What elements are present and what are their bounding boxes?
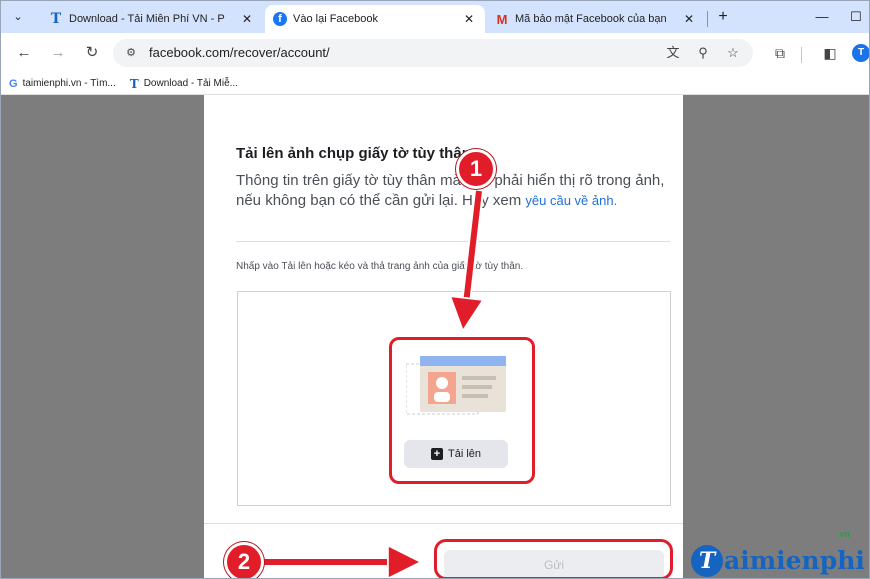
address-bar[interactable]: ⚙ facebook.com/recover/account/ 文 ⚲ ☆: [113, 39, 753, 67]
profile-avatar[interactable]: T: [852, 44, 869, 62]
step-1-badge: 1: [456, 149, 496, 189]
toolbar: ← → ↻ ⚙ facebook.com/recover/account/ 文 …: [1, 33, 869, 73]
taimienphi-logo-suffix: .vn: [837, 529, 851, 539]
tab-title: Mã bảo mật Facebook của bạn: [515, 13, 667, 25]
bookmark-taimienphi-search[interactable]: G taimienphi.vn - Tìm...: [9, 78, 116, 90]
tab-close-icon[interactable]: ✕: [681, 12, 697, 26]
id-card-illustration-icon: [406, 356, 506, 415]
footer-divider: [204, 523, 683, 524]
forward-arrow-icon[interactable]: →: [45, 41, 71, 65]
tab-title: Vào lại Facebook: [293, 13, 378, 25]
tab-facebook-recover[interactable]: f Vào lại Facebook ✕: [265, 5, 485, 33]
tab-strip: ⌄ T Download - Tải Miễn Phí VN - P ✕ f V…: [1, 1, 869, 33]
site-settings-icon[interactable]: ⚙: [121, 44, 141, 62]
facebook-icon: f: [273, 12, 287, 26]
tab-close-icon[interactable]: ✕: [461, 12, 477, 26]
reload-icon[interactable]: ↻: [79, 41, 105, 65]
side-panel-icon[interactable]: ◧: [819, 41, 841, 65]
tab-taimienphi-download[interactable]: T Download - Tải Miễn Phí VN - P ✕: [41, 5, 263, 33]
translate-icon[interactable]: 文: [663, 43, 683, 63]
divider: [236, 241, 670, 242]
bookmark-label: Download - Tải Miễ...: [143, 78, 238, 89]
tab-title: Download - Tải Miễn Phí VN - P: [69, 13, 225, 25]
tab-search-chevron-icon[interactable]: ⌄: [7, 7, 29, 27]
upload-hint: Nhấp vào Tải lên hoặc kéo và thả trang ả…: [236, 261, 524, 272]
minimize-icon[interactable]: —: [807, 7, 837, 29]
gmail-icon: M: [496, 11, 508, 27]
zoom-icon[interactable]: ⚲: [693, 43, 713, 63]
toolbar-divider: [801, 47, 802, 63]
taimienphi-logo-mark: T: [691, 544, 723, 577]
dialog-description: Thông tin trên giấy tờ tùy thân mà bạn p…: [236, 171, 676, 211]
maximize-icon[interactable]: ☐: [841, 7, 869, 29]
photo-requirements-link[interactable]: yêu cầu về ảnh.: [525, 193, 617, 208]
browser-window: ⌄ T Download - Tải Miễn Phí VN - P ✕ f V…: [0, 0, 870, 579]
submit-highlight-box: [434, 539, 673, 578]
taimienphi-t-icon: T: [129, 76, 139, 91]
tab-close-icon[interactable]: ✕: [239, 12, 255, 26]
upload-button-label: Tải lên: [447, 448, 482, 460]
tab-separator: [707, 11, 708, 27]
bookmark-taimienphi-download[interactable]: T Download - Tải Miễ...: [130, 77, 238, 91]
bookmarks-bar: G taimienphi.vn - Tìm... T Download - Tả…: [1, 73, 869, 95]
taimienphi-t-icon: T: [50, 11, 62, 27]
new-tab-plus-icon[interactable]: +: [712, 7, 734, 29]
taimienphi-logo: T aimienphi: [691, 541, 869, 578]
url-text: facebook.com/recover/account/: [149, 45, 330, 60]
step-2-badge: 2: [224, 542, 264, 578]
plus-icon: +: [430, 448, 443, 460]
upload-button[interactable]: + Tải lên: [404, 440, 508, 468]
dialog-title: Tải lên ảnh chụp giấy tờ tùy thân: [236, 145, 471, 162]
tab-gmail-security-code[interactable]: M Mã bảo mật Facebook của bạn ✕: [487, 5, 705, 33]
back-arrow-icon[interactable]: ←: [11, 41, 37, 65]
google-icon: G: [9, 77, 18, 90]
bookmark-label: taimienphi.vn - Tìm...: [22, 78, 116, 89]
upload-highlight-box: + Tải lên: [389, 337, 535, 484]
taimienphi-logo-text: aimienphi: [724, 546, 865, 575]
bookmark-star-icon[interactable]: ☆: [723, 43, 743, 63]
extensions-puzzle-icon[interactable]: ⧉: [769, 41, 791, 65]
